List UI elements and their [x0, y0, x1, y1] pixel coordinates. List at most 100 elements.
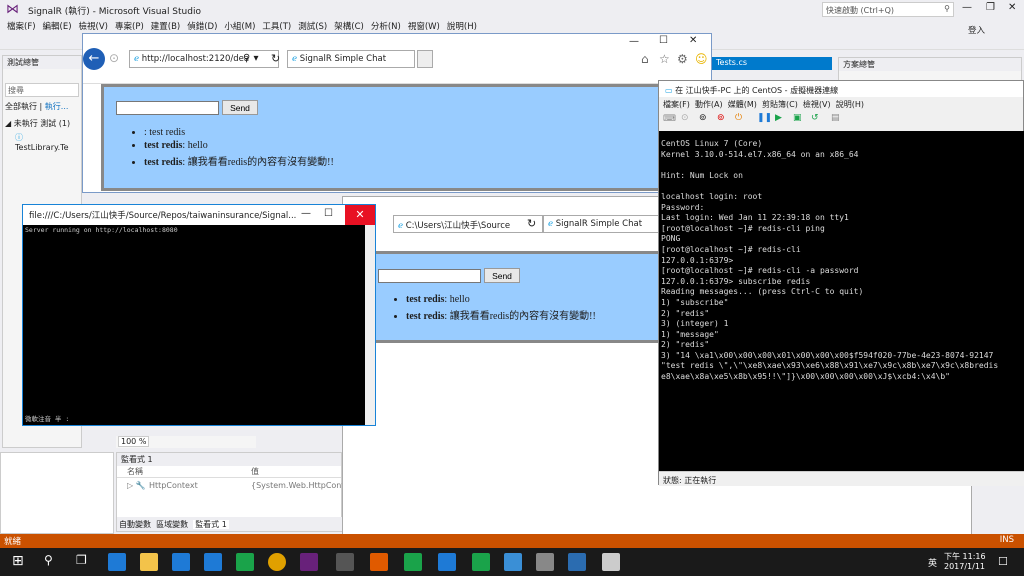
shutdown-icon[interactable]: ⊚: [717, 113, 725, 123]
ime-indicator[interactable]: 英: [928, 556, 937, 569]
run-link[interactable]: 執行...: [45, 102, 69, 111]
maximize-icon[interactable]: ☐: [659, 35, 668, 46]
message-text: : test redis: [144, 127, 186, 138]
app-icon-4[interactable]: [504, 553, 522, 571]
zoom-select[interactable]: 100 %: [116, 436, 256, 448]
minimize-icon[interactable]: —: [629, 36, 639, 47]
tab-watch1[interactable]: 監看式 1: [193, 520, 229, 529]
settings-gear-icon[interactable]: ⚙: [677, 52, 688, 66]
edge-icon[interactable]: [108, 553, 126, 571]
address-bar-2[interactable]: ℯ C:\Users\江山快手\Source: [393, 215, 543, 233]
app-icon-6[interactable]: [568, 553, 586, 571]
turn-off-icon[interactable]: ⊚: [699, 113, 707, 123]
vm-menu-view[interactable]: 檢視(V): [803, 100, 831, 109]
vm-menu-clipboard[interactable]: 剪貼簿(C): [762, 100, 798, 109]
menu-debug[interactable]: 偵錯(D): [187, 20, 217, 34]
clock-time[interactable]: 下午 11:16: [944, 551, 986, 562]
vm-menu-help[interactable]: 說明(H): [836, 100, 864, 109]
menu-tools[interactable]: 工具(T): [262, 20, 291, 34]
menu-analyze[interactable]: 分析(N): [371, 20, 401, 34]
app-icon-2[interactable]: [404, 553, 422, 571]
app-icon-3[interactable]: [438, 553, 456, 571]
notification-icon[interactable]: ☐: [998, 555, 1008, 568]
close-button-icon[interactable]: ✕: [345, 205, 375, 225]
search-dropdown-icon[interactable]: ⚲ ▾: [243, 53, 259, 64]
expand-arrow-icon[interactable]: ▷ 🔧: [127, 481, 146, 490]
menu-build[interactable]: 建置(B): [151, 20, 180, 34]
ie-icon[interactable]: [172, 553, 190, 571]
new-tab-button[interactable]: [417, 50, 433, 68]
menu-test[interactable]: 測試(S): [298, 20, 327, 34]
hyperv-icon[interactable]: [602, 553, 620, 571]
minimize-icon[interactable]: —: [301, 208, 311, 219]
tab-autos[interactable]: 自動變數: [119, 520, 151, 529]
test-search-input[interactable]: 搜尋: [5, 83, 79, 97]
power-icon[interactable]: ⏻: [735, 113, 742, 123]
favorites-star-icon[interactable]: ☆: [659, 52, 670, 66]
tab-locals[interactable]: 區域變數: [156, 520, 188, 529]
run-all-link[interactable]: 全部執行: [5, 102, 37, 111]
checkpoint-icon[interactable]: ▣: [793, 113, 802, 123]
tab-signalr-chat[interactable]: ℯ SignalR Simple Chat: [287, 50, 415, 68]
console-title: file:///C:/Users/江山快手/Source/Repos/taiwa…: [29, 211, 297, 221]
menu-architecture[interactable]: 架構(C): [334, 20, 364, 34]
vm-menu-media[interactable]: 媒體(M): [728, 100, 757, 109]
back-button-icon[interactable]: ←: [83, 48, 105, 70]
chat-message: test redis: hello: [144, 140, 334, 151]
enhanced-session-icon[interactable]: ▤: [831, 113, 840, 123]
minimize-icon[interactable]: —: [962, 2, 972, 13]
vm-menu-file[interactable]: 檔案(F): [663, 100, 690, 109]
task-view-icon[interactable]: ❐: [76, 553, 94, 571]
home-icon[interactable]: ⌂: [641, 52, 649, 66]
console-scrollbar[interactable]: [365, 225, 375, 425]
start-windows-icon[interactable]: ⊞: [12, 553, 30, 571]
line-icon[interactable]: [472, 553, 490, 571]
message-input-2[interactable]: [378, 269, 481, 283]
restore-icon[interactable]: ❐: [986, 2, 995, 13]
revert-icon[interactable]: ↺: [811, 113, 819, 123]
search-icon: ⚲: [944, 4, 950, 13]
menu-view[interactable]: 檢視(V): [79, 20, 108, 34]
chrome-icon[interactable]: [268, 553, 286, 571]
ctrl-alt-del-icon[interactable]: ⌨: [663, 114, 676, 124]
menu-help[interactable]: 說明(H): [447, 20, 477, 34]
forward-button-icon[interactable]: ⊙: [109, 51, 119, 65]
watch-row[interactable]: ▷ 🔧 HttpContext {System.Web.HttpContext: [117, 478, 357, 492]
file-explorer-icon[interactable]: [140, 553, 158, 571]
cloud-icon[interactable]: [370, 553, 388, 571]
close-icon[interactable]: ✕: [1008, 2, 1016, 13]
menu-edit[interactable]: 編輯(E): [43, 20, 72, 34]
clock-date[interactable]: 2017/1/11: [944, 562, 985, 571]
maximize-icon[interactable]: ☐: [324, 208, 333, 219]
app-icon-5[interactable]: [536, 553, 554, 571]
visual-studio-icon[interactable]: [300, 553, 318, 571]
refresh-icon[interactable]: ↻: [527, 217, 536, 230]
vm-menu-action[interactable]: 動作(A): [695, 100, 723, 109]
vm-toolbar: ⌨ ⊙ ⊚ ⊚ ⏻ ❚❚ ▶ ▣ ↺ ▤: [659, 111, 1023, 131]
test-item[interactable]: ⓘ TestLibrary.Te: [3, 131, 81, 153]
menu-team[interactable]: 小組(M): [224, 20, 255, 34]
start-icon[interactable]: ⊙: [681, 113, 689, 123]
menu-file[interactable]: 檔案(F): [7, 20, 36, 34]
close-icon[interactable]: ✕: [689, 35, 697, 46]
refresh-icon[interactable]: ↻: [271, 52, 280, 65]
send-button[interactable]: Send: [222, 100, 258, 115]
smiley-feedback-icon[interactable]: ☺: [695, 52, 708, 66]
tools-icon[interactable]: [336, 553, 354, 571]
app-icon[interactable]: [236, 553, 254, 571]
chat-container: Send : test redis test redis: hello test…: [101, 84, 701, 191]
left-bottom-panel: [0, 452, 114, 534]
message-input[interactable]: [116, 101, 219, 115]
store-icon[interactable]: [204, 553, 222, 571]
search-icon[interactable]: ⚲: [44, 553, 62, 571]
vm-console-screen[interactable]: CentOS Linux 7 (Core) Kernel 3.10.0-514.…: [659, 131, 1024, 471]
menu-project[interactable]: 專案(P): [115, 20, 144, 34]
menu-window[interactable]: 視窗(W): [408, 20, 440, 34]
quick-launch-input[interactable]: 快速啟動 (Ctrl+Q) ⚲: [822, 2, 954, 17]
pause-icon[interactable]: ❚❚: [757, 113, 772, 123]
tab-tests-cs[interactable]: Tests.cs: [712, 57, 832, 70]
send-button-2[interactable]: Send: [484, 268, 520, 283]
resume-icon[interactable]: ▶: [775, 113, 782, 123]
tab-signalr-chat-2[interactable]: ℯ SignalR Simple Chat: [543, 215, 665, 233]
test-group[interactable]: ◢ 未執行 測試 (1): [3, 116, 81, 131]
